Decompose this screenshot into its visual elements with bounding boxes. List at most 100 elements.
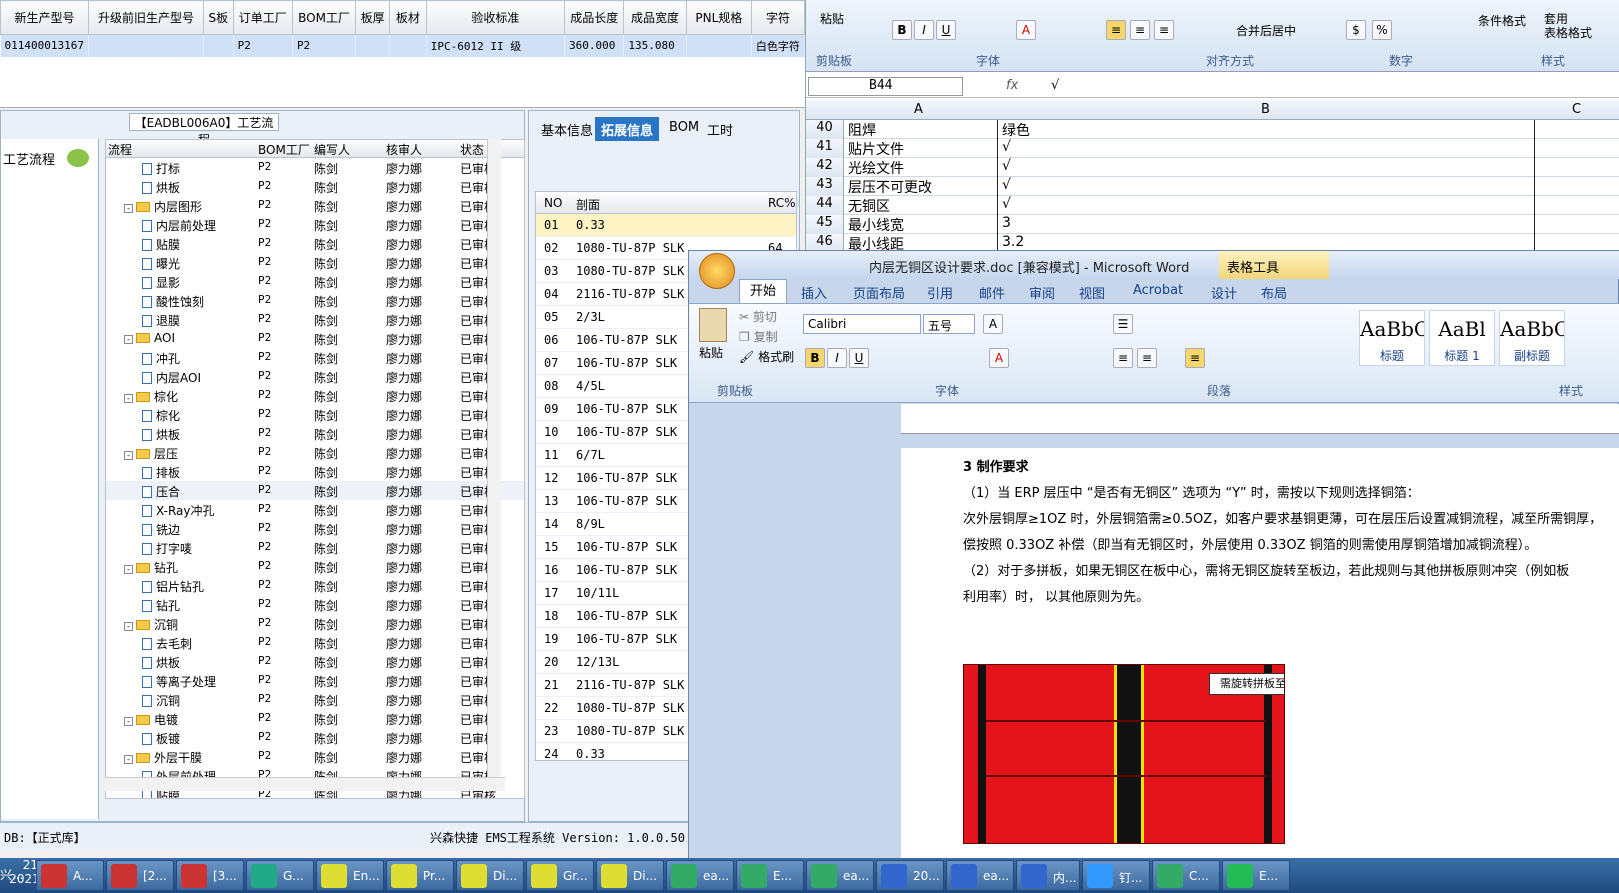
paste-button[interactable]: 粘贴 bbox=[699, 344, 723, 361]
tree-node[interactable]: 退膜 bbox=[142, 312, 180, 329]
tree-node[interactable]: X-Ray冲孔 bbox=[142, 502, 214, 519]
tree-node[interactable]: 烘板 bbox=[142, 426, 180, 443]
tree-node[interactable]: - AOI bbox=[124, 331, 175, 345]
collapse-icon[interactable]: - bbox=[124, 565, 133, 574]
collapse-icon[interactable]: - bbox=[124, 394, 133, 403]
tree-node[interactable]: - 钻孔 bbox=[124, 559, 178, 576]
tree-row[interactable]: 烘板 P2 陈剑 廖力娜 已审核 bbox=[106, 424, 524, 443]
grid-header[interactable]: S板 bbox=[202, 0, 234, 35]
cell-b[interactable]: √ bbox=[1000, 177, 1535, 196]
tree-row[interactable]: 排板 P2 陈剑 廖力娜 已审核 bbox=[106, 462, 524, 481]
cell-b[interactable]: √ bbox=[1000, 158, 1535, 177]
tree-node[interactable]: 板镀 bbox=[142, 730, 180, 747]
format-painter-button[interactable]: 🖌 格式刷 bbox=[739, 348, 794, 365]
grid-cell[interactable]: 360.000 bbox=[564, 34, 625, 57]
tree-row[interactable]: - 层压 P2 陈剑 廖力娜 已审核 bbox=[106, 443, 524, 462]
row-number[interactable]: 43 bbox=[806, 177, 844, 196]
clipboard-icon[interactable] bbox=[699, 308, 727, 342]
cell-a[interactable]: 最小线宽 bbox=[846, 215, 998, 234]
tab-7[interactable]: Acrobat bbox=[1133, 283, 1183, 298]
bullets-icon[interactable]: ☰ bbox=[1113, 314, 1133, 334]
cell-b[interactable]: √ bbox=[1000, 196, 1535, 215]
style-gallery-item[interactable]: AaBbC 副标题 bbox=[1499, 310, 1565, 366]
font-color-icon[interactable]: A bbox=[989, 348, 1009, 368]
table-format-button[interactable]: 套用 表格格式 bbox=[1544, 12, 1592, 40]
grid-header[interactable]: 成品宽度 bbox=[623, 0, 687, 35]
tree-row[interactable]: 棕化 P2 陈剑 廖力娜 已审核 bbox=[106, 405, 524, 424]
tab-5[interactable]: 审阅 bbox=[1029, 283, 1055, 302]
name-box[interactable]: B44 bbox=[808, 77, 963, 96]
tree-row[interactable]: 酸性蚀刻 P2 陈剑 廖力娜 已审核 bbox=[106, 291, 524, 310]
tree-vertical-scrollbar[interactable] bbox=[487, 139, 501, 789]
sidebar-item-process[interactable]: 工艺流程 bbox=[1, 149, 55, 168]
tree-node[interactable]: - 层压 bbox=[124, 445, 178, 462]
col-bom[interactable]: BOM工厂 bbox=[258, 141, 310, 158]
process-tree[interactable]: 流程 BOM工厂 编写人 核审人 状态 打标 P2 陈剑 廖力娜 已审核 烘板 P2 陈剑 廖力… bbox=[105, 139, 525, 799]
taskbar-button[interactable]: 钉... bbox=[1082, 860, 1150, 891]
currency-icon[interactable]: $ bbox=[1346, 20, 1366, 40]
taskbar-button[interactable]: C... bbox=[1152, 860, 1220, 891]
taskbar-button[interactable]: Gr... bbox=[526, 860, 594, 891]
tree-node[interactable]: - 沉铜 bbox=[124, 616, 178, 633]
grow-font-icon[interactable]: A bbox=[983, 314, 1003, 334]
italic-icon[interactable]: I bbox=[914, 20, 934, 40]
copy-button[interactable]: ❐ 复制 bbox=[739, 328, 778, 345]
cell-b[interactable]: 3 bbox=[1000, 215, 1535, 234]
grid-header[interactable]: 新生产型号 bbox=[0, 0, 89, 35]
tree-row[interactable]: - 电镀 P2 陈剑 廖力娜 已审核 bbox=[106, 709, 524, 728]
tree-row[interactable]: 显影 P2 陈剑 廖力娜 已审核 bbox=[106, 272, 524, 291]
tree-node[interactable]: 等离子处理 bbox=[142, 673, 216, 690]
grid-cell[interactable] bbox=[389, 34, 427, 57]
taskbar-button[interactable]: G... bbox=[246, 860, 314, 891]
tree-row[interactable]: - 棕化 P2 陈剑 廖力娜 已审核 bbox=[106, 386, 524, 405]
tab-0[interactable]: 基本信息 bbox=[535, 117, 599, 141]
grid-header[interactable]: BOM工厂 bbox=[291, 0, 357, 35]
tree-node[interactable]: 铣边 bbox=[142, 521, 180, 538]
tree-row[interactable]: 内层前处理 P2 陈剑 廖力娜 已审核 bbox=[106, 215, 524, 234]
tree-row[interactable]: 曝光 P2 陈剑 廖力娜 已审核 bbox=[106, 253, 524, 272]
underline-icon[interactable]: U bbox=[849, 348, 869, 368]
grid-cell[interactable]: 135.080 bbox=[623, 34, 687, 57]
tree-row[interactable]: 烘板 P2 陈剑 廖力娜 已审核 bbox=[106, 652, 524, 671]
tree-row[interactable]: 烘板 P2 陈剑 廖力娜 已审核 bbox=[106, 177, 524, 196]
align-center-icon[interactable]: ≡ bbox=[1137, 348, 1157, 368]
tree-row[interactable]: - AOI P2 陈剑 廖力娜 已审核 bbox=[106, 329, 524, 348]
grid-header[interactable]: 板材 bbox=[388, 0, 427, 35]
row-number[interactable]: 40 bbox=[806, 120, 844, 139]
tree-node[interactable]: 内层前处理 bbox=[142, 217, 216, 234]
grid-header[interactable]: 板厚 bbox=[355, 0, 390, 35]
tree-node[interactable]: - 电镀 bbox=[124, 711, 178, 728]
tree-node[interactable]: 酸性蚀刻 bbox=[142, 293, 204, 310]
tree-node[interactable]: 沉铜 bbox=[142, 692, 180, 709]
tree-row[interactable]: 去毛刺 P2 陈剑 廖力娜 已审核 bbox=[106, 633, 524, 652]
row-number[interactable]: 41 bbox=[806, 139, 844, 158]
chat-icon[interactable] bbox=[67, 149, 89, 167]
align-center-icon[interactable]: ≡ bbox=[1130, 20, 1150, 40]
tree-row[interactable]: 贴膜 P2 陈剑 廖力娜 已审核 bbox=[106, 234, 524, 253]
tree-node[interactable]: 打标 bbox=[142, 160, 180, 177]
tree-node[interactable]: 棕化 bbox=[142, 407, 180, 424]
tree-row[interactable]: - 外层干膜 P2 陈剑 廖力娜 已审核 bbox=[106, 747, 524, 766]
row-number[interactable]: 44 bbox=[806, 196, 844, 215]
taskbar-button[interactable]: E... bbox=[1222, 860, 1290, 891]
col-header-c[interactable]: C bbox=[1572, 102, 1581, 117]
collapse-icon[interactable]: - bbox=[124, 451, 133, 460]
tab-4[interactable]: 邮件 bbox=[979, 283, 1005, 302]
taskbar-button[interactable]: [3... bbox=[176, 860, 244, 891]
grid-cell[interactable] bbox=[686, 34, 752, 57]
tree-node[interactable]: 排板 bbox=[142, 464, 180, 481]
taskbar-button[interactable]: E... bbox=[736, 860, 804, 891]
tree-row[interactable]: 打字唛 P2 陈剑 廖力娜 已审核 bbox=[106, 538, 524, 557]
tree-row[interactable]: - 内层图形 P2 陈剑 廖力娜 已审核 bbox=[106, 196, 524, 215]
grid-header[interactable]: 订单工厂 bbox=[232, 0, 293, 35]
taskbar-button[interactable]: ea... bbox=[946, 860, 1014, 891]
tree-row[interactable]: 内层AOI P2 陈剑 廖力娜 已审核 bbox=[106, 367, 524, 386]
col-status[interactable]: 状态 bbox=[460, 141, 484, 158]
tab-2[interactable]: 页面布局 bbox=[853, 283, 905, 302]
tab-1[interactable]: 插入 bbox=[801, 283, 827, 302]
taskbar-button[interactable]: ea... bbox=[666, 860, 734, 891]
col-reviewer[interactable]: 核审人 bbox=[386, 141, 422, 158]
cell-a[interactable]: 层压不可更改 bbox=[846, 177, 998, 196]
italic-icon[interactable]: I bbox=[827, 348, 847, 368]
grid-header[interactable]: 成品长度 bbox=[564, 0, 625, 35]
